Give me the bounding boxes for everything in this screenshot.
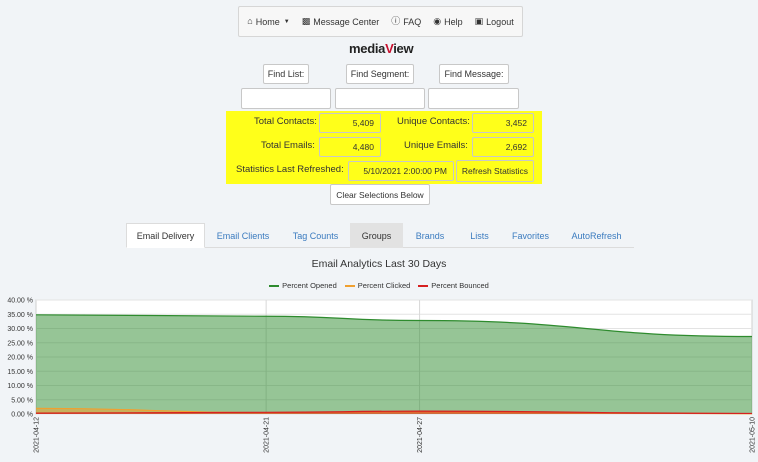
tab-favorites[interactable]: Favorites: [502, 223, 559, 248]
y-tick-label: 0.00 %: [11, 412, 33, 419]
nav-help[interactable]: ◉ Help: [433, 17, 462, 27]
nav-help-label: Help: [444, 16, 463, 27]
find-segment-button[interactable]: Find Segment:: [346, 64, 414, 84]
refreshed-value: 5/10/2021 2:00:00 PM: [348, 161, 454, 181]
chart-legend: Percent Opened Percent Clicked Percent B…: [0, 281, 758, 290]
nav-faq[interactable]: ⓘ FAQ: [391, 17, 421, 27]
tab-autorefresh[interactable]: AutoRefresh: [559, 223, 634, 248]
legend-label-clicked: Percent Clicked: [357, 281, 411, 290]
home-icon: ⌂: [247, 16, 253, 26]
y-tick-label: 10.00 %: [7, 383, 33, 390]
unique-contacts-value: 3,452: [472, 113, 534, 133]
faq-icon: ⓘ: [391, 16, 401, 26]
legend-item-opened[interactable]: Percent Opened: [269, 281, 337, 290]
mediaview-logo: mediaView: [349, 41, 414, 56]
analytics-tabs: Email Delivery Email Clients Tag Counts …: [126, 223, 634, 248]
message-icon: ▩: [301, 16, 311, 26]
total-emails-label: Total Emails:: [261, 140, 315, 151]
total-contacts-label: Total Contacts:: [254, 116, 317, 127]
tab-brands[interactable]: Brands: [403, 223, 457, 248]
refresh-statistics-button[interactable]: Refresh Statistics: [456, 160, 534, 182]
find-message-input[interactable]: [428, 88, 519, 109]
tab-email-delivery[interactable]: Email Delivery: [126, 223, 205, 248]
logo-text-pre: media: [349, 41, 386, 56]
chart-title: Email Analytics Last 30 Days: [311, 258, 447, 270]
refreshed-label: Statistics Last Refreshed:: [236, 164, 344, 175]
nav-logout[interactable]: ▣ Logout: [475, 17, 514, 27]
unique-emails-label: Unique Emails:: [404, 140, 468, 151]
y-tick-label: 30.00 %: [7, 326, 33, 333]
nav-message-center-label: Message Center: [313, 16, 380, 27]
lock-icon: ▣: [474, 16, 484, 26]
find-segment-input[interactable]: [335, 88, 425, 109]
legend-swatch-opened: [269, 284, 280, 287]
y-tick-label: 5.00 %: [11, 397, 33, 404]
find-message-button[interactable]: Find Message:: [439, 64, 509, 84]
x-tick-label: 2021-04-21: [264, 417, 271, 453]
nav-home[interactable]: ⌂ Home ▼: [247, 17, 289, 27]
x-tick-label: 2021-04-12: [34, 417, 41, 453]
total-emails-value: 4,480: [319, 137, 381, 157]
x-tick-label: 2021-04-27: [417, 417, 424, 453]
statistics-panel: Total Contacts: 5,409 Unique Contacts: 3…: [226, 111, 542, 184]
legend-item-clicked[interactable]: Percent Clicked: [344, 281, 411, 290]
caret-down-icon: ▼: [283, 18, 290, 25]
y-tick-label: 40.00 %: [7, 298, 33, 305]
tab-tag-counts[interactable]: Tag Counts: [281, 223, 350, 248]
nav-message-center[interactable]: ▩ Message Center: [302, 17, 380, 27]
y-tick-label: 35.00 %: [7, 312, 33, 319]
nav-faq-label: FAQ: [403, 16, 422, 27]
legend-label-opened: Percent Opened: [282, 281, 337, 290]
nav-logout-label: Logout: [486, 16, 514, 27]
find-list-input[interactable]: [241, 88, 331, 109]
legend-swatch-clicked: [344, 284, 355, 287]
total-contacts-value: 5,409: [319, 113, 381, 133]
tab-email-clients[interactable]: Email Clients: [205, 223, 281, 248]
y-tick-label: 15.00 %: [7, 369, 33, 376]
logo-check-icon: V: [385, 41, 394, 56]
tab-lists[interactable]: Lists: [457, 223, 502, 248]
help-icon: ◉: [433, 16, 442, 26]
clear-selections-button[interactable]: Clear Selections Below: [330, 184, 430, 205]
unique-contacts-label: Unique Contacts:: [397, 116, 470, 127]
top-nav: ⌂ Home ▼ ▩ Message Center ⓘ FAQ ◉ Help ▣…: [238, 6, 523, 37]
legend-item-bounced[interactable]: Percent Bounced: [418, 281, 489, 290]
email-analytics-chart: 0.00 % 5.00 % 10.00 % 15.00 % 20.00 % 25.00 %…: [7, 298, 757, 453]
nav-home-label: Home: [255, 16, 280, 27]
legend-label-bounced: Percent Bounced: [431, 281, 489, 290]
y-tick-label: 20.00 %: [7, 355, 33, 362]
logo-text-post: iew: [393, 41, 414, 56]
x-tick-label: 2021-05-10: [750, 417, 757, 453]
legend-swatch-bounced: [418, 284, 429, 287]
tab-groups[interactable]: Groups: [350, 223, 403, 248]
find-list-button[interactable]: Find List:: [263, 64, 309, 84]
unique-emails-value: 2,692: [472, 137, 534, 157]
y-tick-label: 25.00 %: [7, 340, 33, 347]
